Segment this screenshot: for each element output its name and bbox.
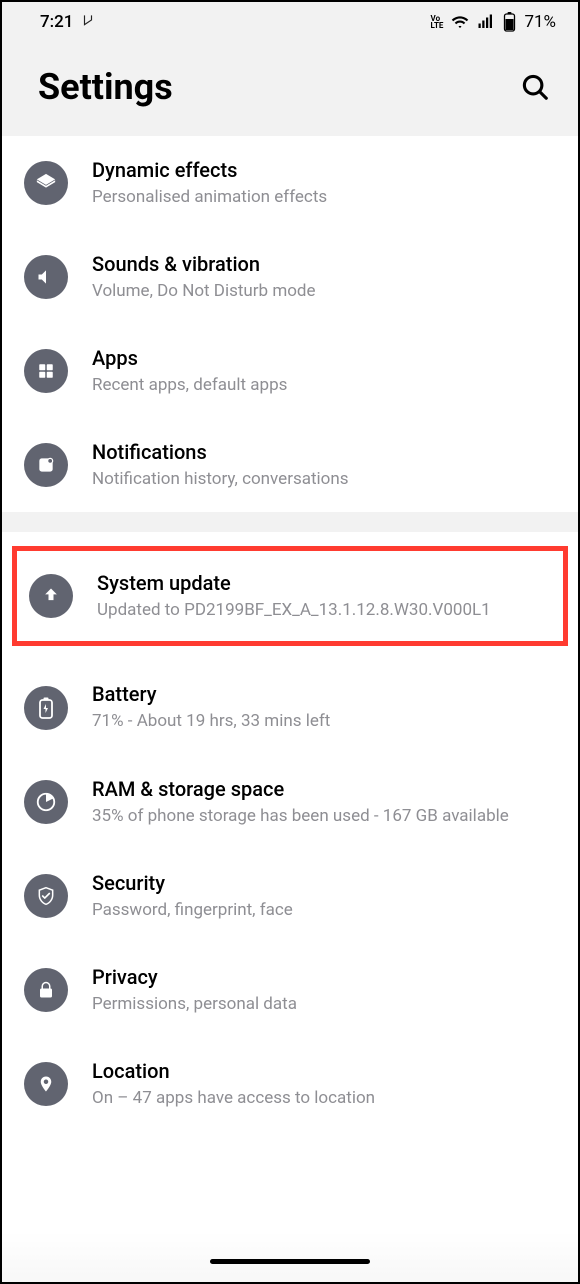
item-subtitle: On – 47 apps have access to location — [92, 1087, 558, 1109]
item-title: Battery — [92, 682, 558, 706]
item-title: RAM & storage space — [92, 777, 558, 801]
page-title: Settings — [38, 66, 173, 108]
item-subtitle: Updated to PD2199BF_EX_A_13.1.12.8.W30.V… — [97, 599, 547, 621]
volume-icon — [24, 255, 68, 299]
item-subtitle: Notification history, conversations — [92, 468, 558, 490]
status-bar: 7:21 VoLTE 71% — [2, 2, 578, 38]
status-time: 7:21 — [40, 12, 73, 32]
item-title: Apps — [92, 346, 558, 370]
shield-icon — [24, 874, 68, 918]
settings-item-system-update[interactable]: System update Updated to PD2199BF_EX_A_1… — [12, 546, 568, 646]
search-button[interactable] — [520, 72, 550, 102]
update-icon — [29, 574, 73, 618]
grid-icon — [24, 349, 68, 393]
settings-item-security[interactable]: Security Password, fingerprint, face — [2, 849, 578, 943]
settings-item-dynamic-effects[interactable]: Dynamic effects Personalised animation e… — [2, 136, 578, 230]
item-title: Security — [92, 871, 558, 895]
settings-section-1: Dynamic effects Personalised animation e… — [2, 136, 578, 512]
settings-item-apps[interactable]: Apps Recent apps, default apps — [2, 324, 578, 418]
nfc-icon — [81, 12, 95, 32]
settings-section-2: System update Updated to PD2199BF_EX_A_1… — [2, 546, 578, 1131]
pie-icon — [24, 780, 68, 824]
settings-item-battery[interactable]: Battery 71% - About 19 hrs, 33 mins left — [2, 660, 578, 754]
item-title: Privacy — [92, 965, 558, 989]
notification-icon — [24, 443, 68, 487]
layers-icon — [24, 161, 68, 205]
item-title: Dynamic effects — [92, 158, 558, 182]
settings-item-storage[interactable]: RAM & storage space 35% of phone storage… — [2, 755, 578, 849]
lock-icon — [24, 968, 68, 1012]
item-title: Location — [92, 1059, 558, 1083]
wifi-icon — [451, 13, 469, 31]
signal-icon — [477, 13, 495, 31]
item-subtitle: Recent apps, default apps — [92, 374, 558, 396]
item-title: Notifications — [92, 440, 558, 464]
settings-item-location[interactable]: Location On – 47 apps have access to loc… — [2, 1037, 578, 1131]
item-subtitle: Volume, Do Not Disturb mode — [92, 280, 558, 302]
battery-percent: 71% — [524, 12, 556, 32]
battery-item-icon — [24, 686, 68, 730]
section-divider — [2, 512, 578, 532]
item-title: System update — [97, 571, 547, 595]
home-indicator[interactable] — [210, 1259, 370, 1264]
volte-icon: VoLTE — [431, 15, 444, 29]
settings-item-notifications[interactable]: Notifications Notification history, conv… — [2, 418, 578, 512]
battery-icon — [503, 12, 516, 32]
item-subtitle: 71% - About 19 hrs, 33 mins left — [92, 710, 558, 732]
item-subtitle: Personalised animation effects — [92, 186, 558, 208]
header: Settings — [2, 38, 578, 136]
settings-item-privacy[interactable]: Privacy Permissions, personal data — [2, 943, 578, 1037]
location-icon — [24, 1062, 68, 1106]
item-subtitle: Password, fingerprint, face — [92, 899, 558, 921]
item-title: Sounds & vibration — [92, 252, 558, 276]
item-subtitle: Permissions, personal data — [92, 993, 558, 1015]
bottom-fade — [2, 1232, 578, 1282]
item-subtitle: 35% of phone storage has been used - 167… — [92, 805, 558, 827]
settings-item-sounds[interactable]: Sounds & vibration Volume, Do Not Distur… — [2, 230, 578, 324]
